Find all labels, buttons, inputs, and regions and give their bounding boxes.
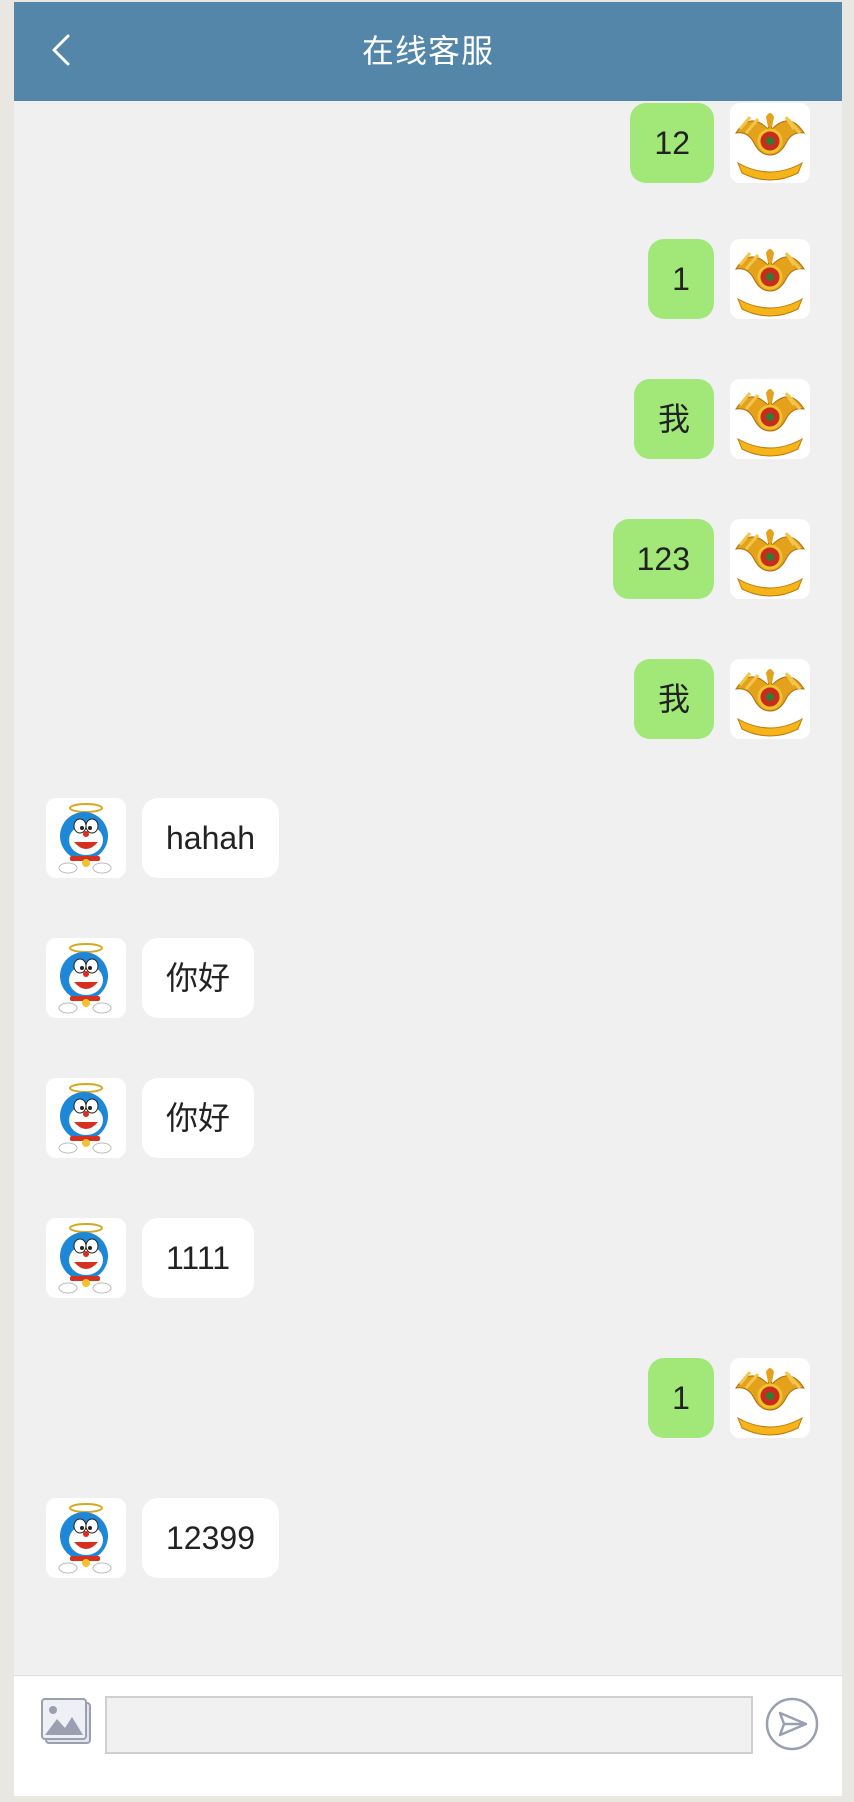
message-bubble: 12399 — [142, 1498, 279, 1578]
message-row: hahah — [46, 798, 306, 878]
message-bubble: 1 — [648, 239, 714, 319]
image-icon — [41, 1698, 91, 1744]
message-list[interactable]: 12 1 我 123 我 hahah 你好 你好 1111 1 12399 — [14, 101, 842, 1675]
message-row: 12 — [610, 103, 810, 183]
eagle-emblem-avatar[interactable] — [730, 379, 810, 459]
send-icon — [765, 1697, 819, 1751]
message-row: 你好 — [46, 938, 286, 1018]
message-bubble: hahah — [142, 798, 279, 878]
doraemon-avatar[interactable] — [46, 1078, 126, 1158]
message-bubble: 12 — [630, 103, 714, 183]
message-row: 我 — [610, 379, 810, 459]
eagle-emblem-avatar[interactable] — [730, 239, 810, 319]
doraemon-avatar[interactable] — [46, 938, 126, 1018]
eagle-emblem-avatar[interactable] — [730, 1358, 810, 1438]
doraemon-avatar[interactable] — [46, 1498, 126, 1578]
message-bubble: 我 — [633, 659, 714, 739]
doraemon-avatar[interactable] — [46, 798, 126, 878]
header-bar: 在线客服 — [14, 2, 842, 101]
send-button[interactable] — [764, 1696, 820, 1752]
message-input[interactable] — [105, 1696, 753, 1754]
message-row: 1 — [610, 1358, 810, 1438]
message-bubble: 123 — [612, 519, 714, 599]
doraemon-avatar[interactable] — [46, 1218, 126, 1298]
message-row: 你好 — [46, 1078, 286, 1158]
message-row: 1 — [610, 239, 810, 319]
eagle-emblem-avatar[interactable] — [730, 519, 810, 599]
message-bubble: 1111 — [142, 1218, 255, 1298]
message-row: 12399 — [46, 1498, 306, 1578]
message-bubble: 你好 — [142, 1078, 255, 1158]
message-bubble: 1 — [648, 1358, 714, 1438]
composer-bar — [14, 1675, 842, 1796]
eagle-emblem-avatar[interactable] — [730, 103, 810, 183]
chat-window: 在线客服 12 1 我 123 我 hahah 你好 你好 1111 1 123… — [14, 2, 842, 1796]
message-bubble: 我 — [633, 379, 714, 459]
message-bubble: 你好 — [142, 938, 255, 1018]
eagle-emblem-avatar[interactable] — [730, 659, 810, 739]
page-title: 在线客服 — [361, 33, 494, 69]
message-row: 123 — [590, 519, 810, 599]
message-row: 1111 — [46, 1218, 286, 1298]
message-row: 我 — [610, 659, 810, 739]
image-upload-button[interactable] — [40, 1695, 94, 1749]
